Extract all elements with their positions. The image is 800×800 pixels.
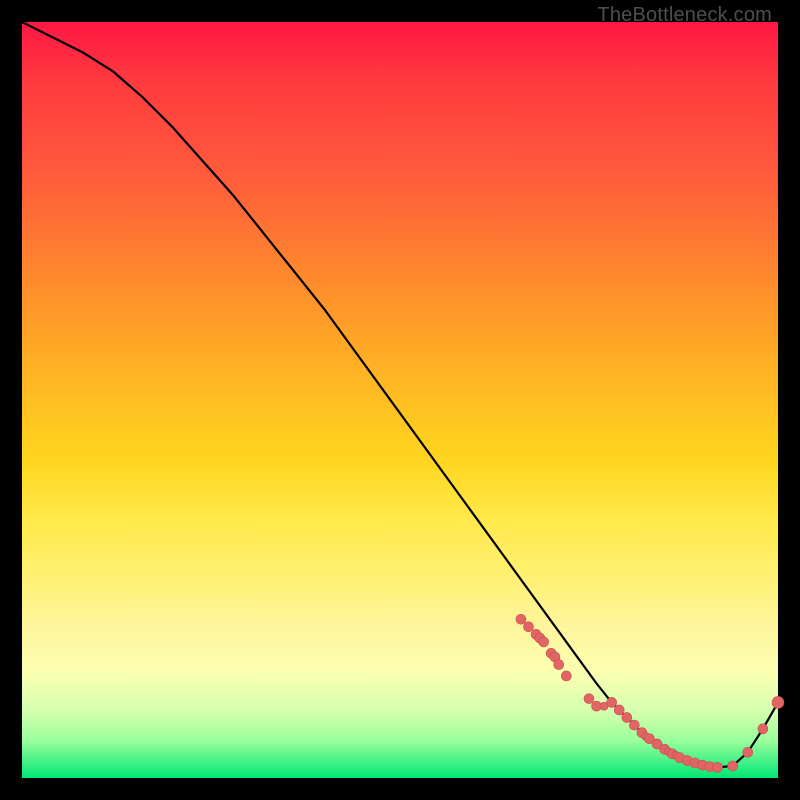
data-point (758, 724, 768, 734)
data-point (584, 694, 594, 704)
plot-area (22, 22, 778, 778)
data-point (516, 614, 526, 624)
data-point (772, 696, 784, 708)
data-point (607, 697, 617, 707)
data-point (539, 637, 549, 647)
chart-frame: TheBottleneck.com (0, 0, 800, 800)
chart-overlay (22, 22, 778, 778)
data-point (629, 720, 639, 730)
data-point (622, 713, 632, 723)
marker-cluster (516, 614, 784, 772)
data-point (743, 747, 753, 757)
curve-path (22, 22, 778, 767)
bottleneck-curve (22, 22, 778, 767)
data-point (524, 622, 534, 632)
data-point (561, 671, 571, 681)
watermark-text: TheBottleneck.com (597, 4, 772, 27)
data-point (728, 761, 738, 771)
data-point (713, 762, 723, 772)
data-point (554, 660, 564, 670)
data-point (614, 705, 624, 715)
